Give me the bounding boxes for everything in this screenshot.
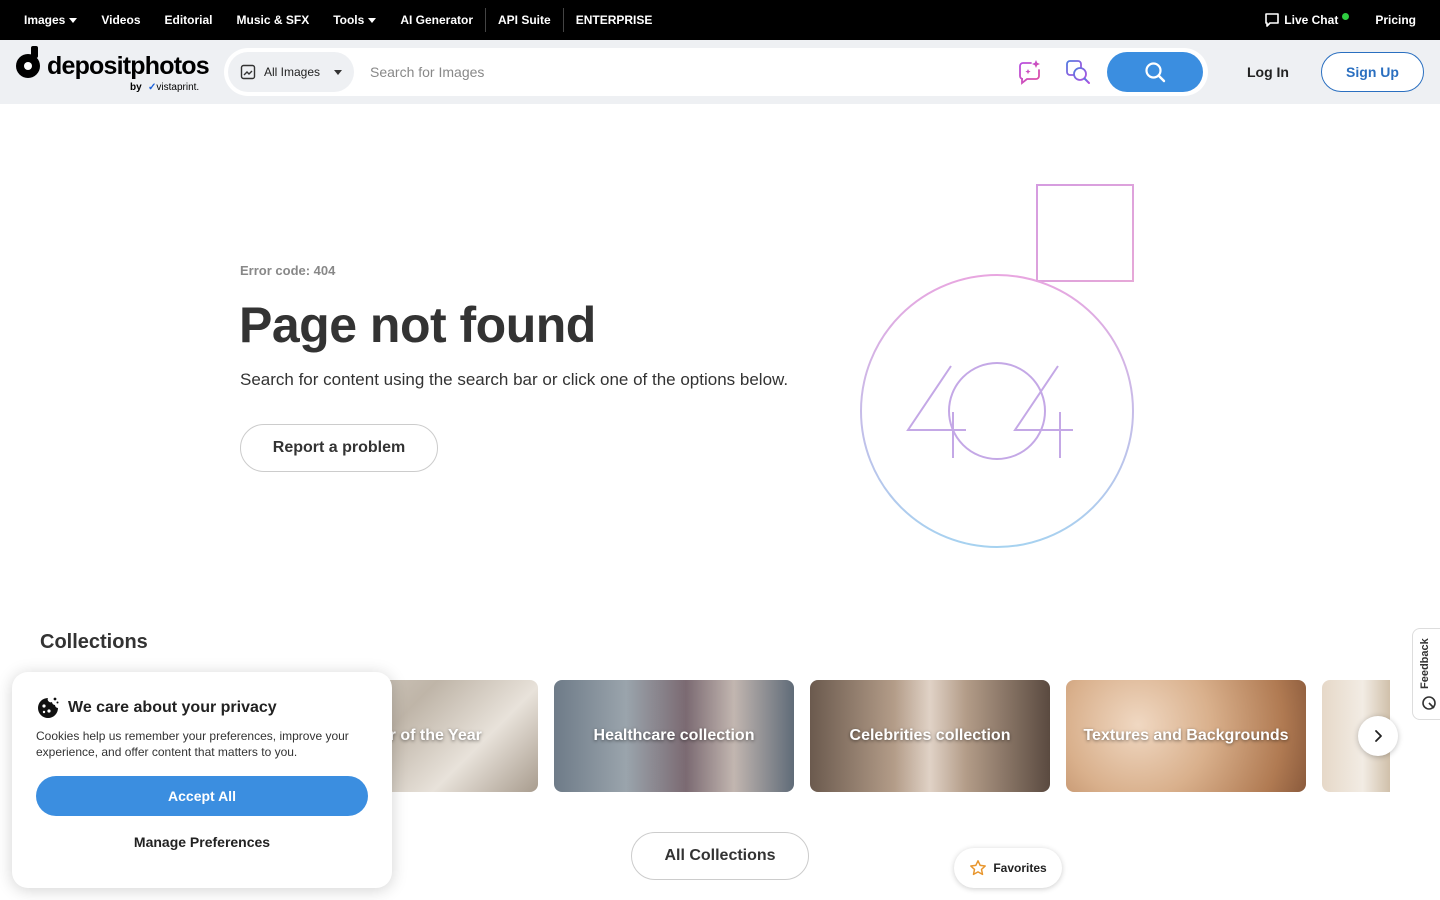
collection-card[interactable]: Healthcare collection [554,680,794,792]
image-search-icon [1066,60,1090,84]
search-type-dropdown[interactable]: All Images [228,52,354,92]
nav-enterprise[interactable]: ENTERPRISE [576,13,653,27]
image-icon [240,64,256,80]
page-title: Page not found [239,297,596,353]
nav-tools[interactable]: Tools [333,13,377,27]
nav-ai-generator-label: AI Generator [400,13,473,27]
feedback-icon [1422,696,1436,710]
search-submit-button[interactable] [1107,52,1203,92]
depositphotos-logo[interactable]: depositphotos by ✓vistaprint. [16,46,216,98]
login-button[interactable]: Log In [1247,64,1289,80]
nav-divider [485,8,486,32]
top-nav-menu: Images Videos Editorial Music & SFX Tool… [0,0,676,40]
live-chat-link[interactable]: Live Chat [1264,12,1350,28]
cookie-consent-banner: We care about your privacy Cookies help … [12,672,392,888]
carousel-next-button[interactable] [1358,716,1398,756]
visual-search-button[interactable] [1064,58,1092,86]
nav-music-sfx[interactable]: Music & SFX [237,13,310,27]
search-type-label: All Images [264,65,321,79]
accept-all-button[interactable]: Accept All [36,776,368,816]
ai-sparkle-chat-icon [1019,60,1040,85]
manage-preferences-button[interactable]: Manage Preferences [36,834,368,850]
nav-editorial-label: Editorial [164,13,213,27]
error-code: Error code: 404 [240,263,336,278]
logo-wordmark: depositphotos [47,52,210,80]
nav-divider [562,8,564,32]
live-chat-label: Live Chat [1284,13,1339,27]
collection-card[interactable]: Textures and Backgrounds [1066,680,1306,792]
online-status-dot [1342,12,1350,20]
nav-api-suite[interactable]: API Suite [498,13,551,27]
ai-search-button[interactable] [1016,58,1044,86]
chevron-down-icon [69,17,78,23]
search-input[interactable] [370,58,970,86]
nav-tools-label: Tools [333,13,365,27]
nav-api-suite-label: API Suite [498,13,551,27]
cookie-description: Cookies help us remember your preference… [36,729,349,759]
chat-bubble-icon [1265,13,1280,27]
nav-images[interactable]: Images [24,13,78,27]
collection-card-label: Celebrities collection [849,727,1011,744]
chevron-down-icon [368,17,377,23]
404-illustration [860,184,1134,548]
star-icon [970,860,987,876]
collection-card[interactable]: Celebrities collection [810,680,1050,792]
nav-enterprise-label: ENTERPRISE [575,13,653,27]
logo-mark-icon [16,54,40,78]
error-description: Search for content using the search bar … [240,370,789,389]
favorites-label: Favorites [993,861,1047,875]
nav-music-sfx-label: Music & SFX [236,13,310,27]
top-right-links: Live Chat Pricing [1264,0,1416,40]
nav-images-label: Images [24,13,66,27]
vistaprint-wordmark: vistaprint. [156,82,200,93]
chevron-down-icon [334,69,343,75]
pricing-label: Pricing [1375,13,1416,27]
nav-videos[interactable]: Videos [101,13,140,27]
collection-card-label: Textures and Backgrounds [1083,727,1289,744]
report-problem-button[interactable]: Report a problem [240,424,438,472]
cookie-title: We care about your privacy [68,699,277,716]
feedback-label: Feedback [1419,638,1431,689]
all-collections-button[interactable]: All Collections [631,832,809,880]
signup-button[interactable]: Sign Up [1321,52,1424,92]
feedback-tab[interactable]: Feedback [1412,628,1440,720]
collections-heading: Collections [40,631,148,653]
nav-videos-label: Videos [101,13,141,27]
vistaprint-logo: ✓vistaprint. [148,82,199,93]
top-navigation-bar: Images Videos Editorial Music & SFX Tool… [0,0,1440,40]
collection-card-label: Healthcare collection [593,727,755,744]
search-bar: All Images [224,48,1208,96]
site-header: depositphotos by ✓vistaprint. All Images [0,40,1440,104]
pricing-link[interactable]: Pricing [1375,13,1416,27]
nav-ai-generator[interactable]: AI Generator [400,13,473,27]
chevron-right-icon [1375,730,1382,742]
nav-editorial[interactable]: Editorial [165,13,213,27]
logo-by-text: by [130,82,142,93]
favorites-button[interactable]: Favorites [954,848,1062,888]
search-icon [1145,62,1166,83]
cookie-icon [38,697,59,718]
